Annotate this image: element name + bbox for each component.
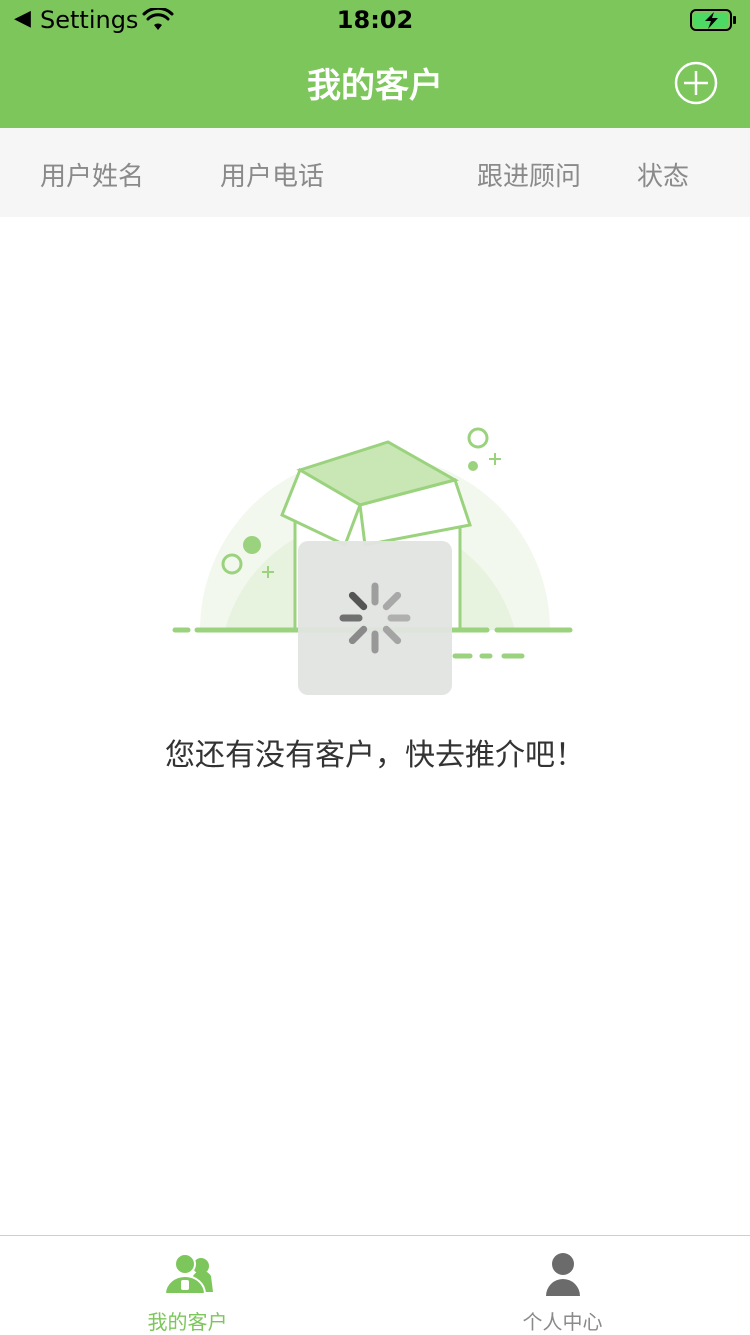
add-customer-button[interactable] (674, 61, 718, 105)
status-time: 18:02 (336, 6, 414, 34)
column-user-name: 用户姓名 (40, 162, 145, 192)
tab-bar: 我的客户 个人中心 (0, 1235, 750, 1335)
empty-state-message: 您还有没有客户，快去推介吧！ (165, 738, 585, 773)
tab-my-customers[interactable]: 我的客户 (0, 1236, 375, 1335)
status-bar: ◀ Settings 18:02 (0, 0, 750, 40)
page-title: 我的客户 (307, 66, 443, 106)
tab-label: 我的客户 (147, 1310, 228, 1334)
spinner-icon (339, 582, 411, 654)
table-header: 用户姓名 用户电话 跟进顾问 状态 (0, 128, 750, 217)
battery-charging-icon (690, 9, 736, 31)
column-advisor: 跟进顾问 (477, 162, 582, 192)
tab-label: 个人中心 (522, 1310, 603, 1334)
column-status: 状态 (637, 162, 690, 192)
user-icon (546, 1253, 580, 1296)
tab-personal-center[interactable]: 个人中心 (375, 1236, 750, 1335)
loading-indicator (298, 541, 452, 695)
customers-icon (165, 1253, 213, 1295)
column-user-phone: 用户电话 (220, 162, 325, 192)
header: ◀ Settings 18:02 我的客户 (0, 0, 750, 128)
